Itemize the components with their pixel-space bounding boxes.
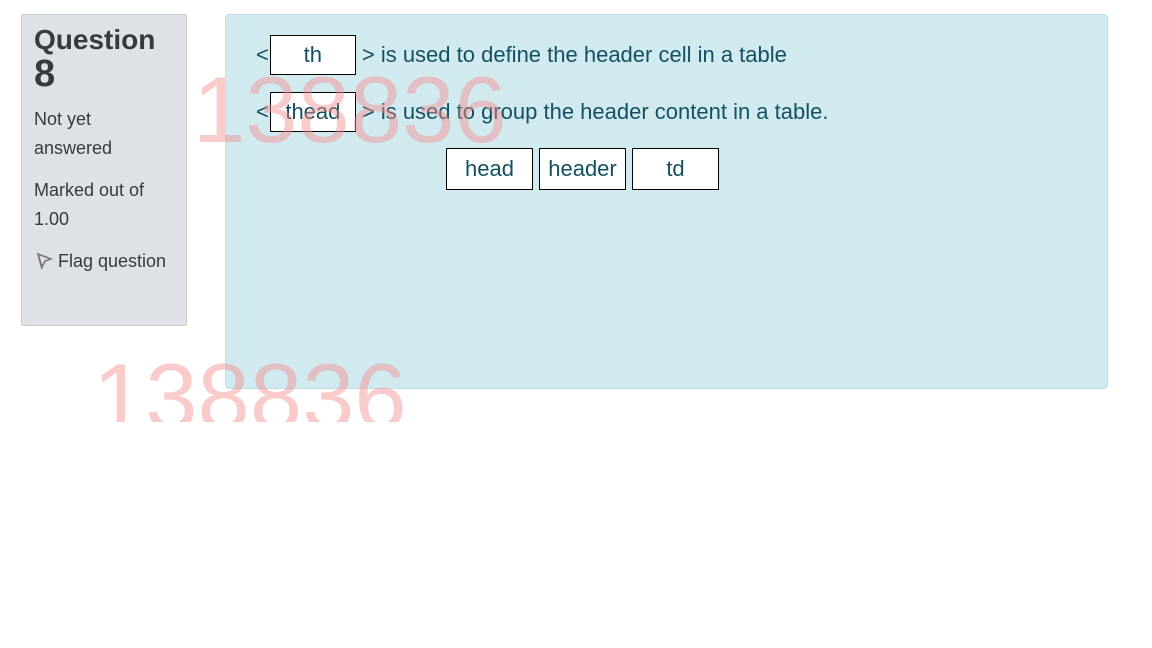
drop-zone-answer[interactable]: thead <box>269 92 356 132</box>
question-content: < th > is used to define the header cell… <box>225 14 1108 389</box>
flag-icon[interactable] <box>34 251 54 271</box>
sentence-suffix: > is used to group the header content in… <box>361 99 829 124</box>
question-info-panel: Question 8 Not yet answered Marked out o… <box>21 14 187 326</box>
drag-choices: head header td <box>446 148 719 190</box>
sentence-line: < thead > is used to group the header co… <box>256 90 828 134</box>
sentence-line: < th > is used to define the header cell… <box>256 33 787 77</box>
drag-choice-header[interactable]: header <box>539 148 626 190</box>
sentence-prefix: < <box>256 99 269 124</box>
question-status: Not yet answered <box>34 109 113 158</box>
sentence-suffix: > is used to define the header cell in a… <box>361 42 787 67</box>
question-marks: Marked out of 1.00 <box>34 180 145 229</box>
flag-question-label[interactable]: Flag question <box>58 251 166 271</box>
question-title: Question <box>34 24 156 55</box>
question-number: 8 <box>34 53 56 95</box>
sentence-prefix: < <box>256 42 269 67</box>
flag-question-link[interactable]: Flag question <box>34 247 174 276</box>
drag-choice-head[interactable]: head <box>446 148 533 190</box>
drop-zone-answer[interactable]: th <box>269 35 356 75</box>
drag-choice-td[interactable]: td <box>632 148 719 190</box>
